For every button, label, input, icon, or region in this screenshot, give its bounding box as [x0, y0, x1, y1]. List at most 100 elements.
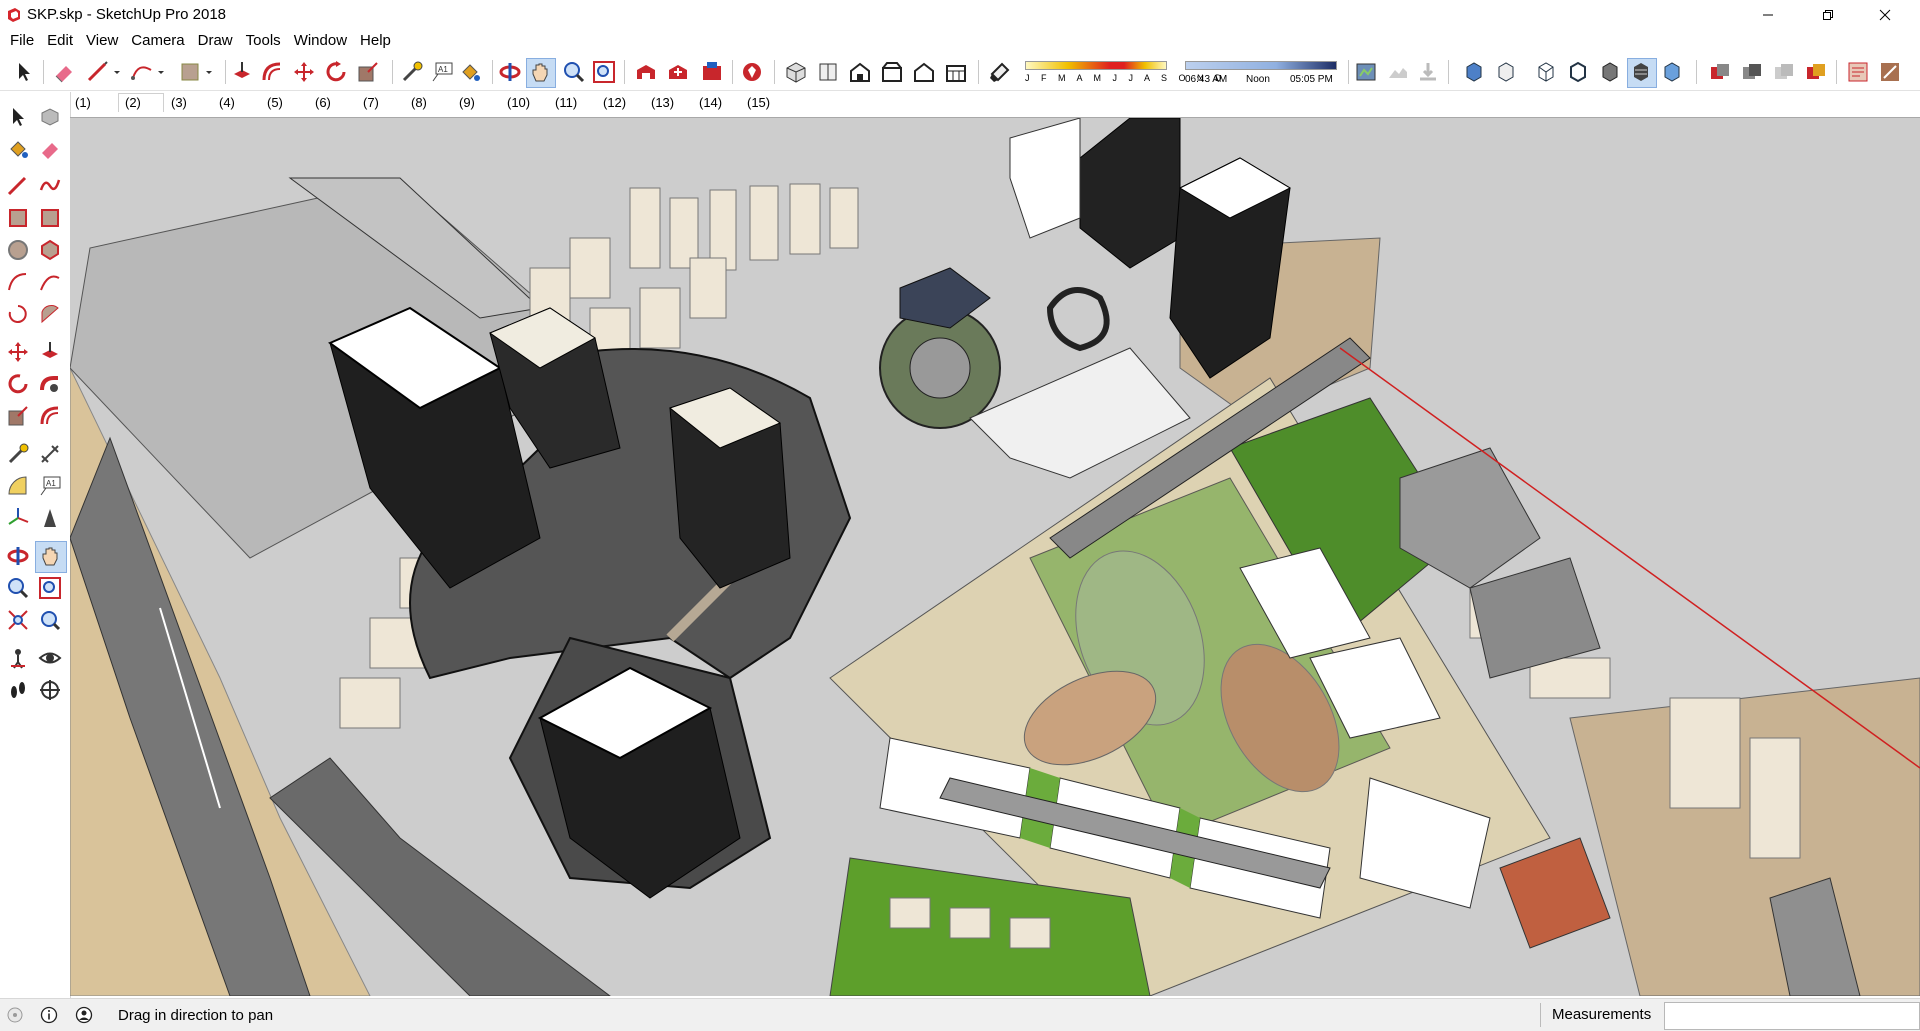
menu-edit[interactable]: Edit — [41, 30, 80, 52]
scene-tab-1[interactable]: (1) — [75, 94, 91, 112]
paint-bucket-icon[interactable] — [458, 60, 482, 84]
zoom-extents-icon[interactable] — [592, 60, 616, 84]
solid-trim-icon[interactable] — [1772, 60, 1796, 84]
orbit-icon[interactable] — [498, 60, 522, 84]
menu-camera[interactable]: Camera — [125, 30, 191, 52]
scene-tab-14[interactable]: (14) — [699, 94, 722, 112]
orbit-tool-icon[interactable] — [6, 544, 30, 568]
paint-tool-icon[interactable] — [6, 137, 30, 161]
scale-tool-icon[interactable] — [6, 404, 30, 428]
line-icon[interactable] — [86, 60, 110, 84]
eraser-icon[interactable] — [52, 60, 76, 84]
scene-tab-12[interactable]: (12) — [603, 94, 626, 112]
eraser-tool-icon[interactable] — [38, 137, 62, 161]
extension-warehouse-icon[interactable] — [700, 60, 724, 84]
shadows-toggle-icon[interactable] — [988, 60, 1012, 84]
look-around-icon[interactable] — [38, 646, 62, 670]
menu-help[interactable]: Help — [354, 30, 398, 52]
left-view-icon[interactable] — [944, 60, 968, 84]
style-shaded-textures-icon[interactable] — [1629, 60, 1653, 84]
menu-tools[interactable]: Tools — [240, 30, 288, 52]
credits-info-icon[interactable] — [40, 1006, 58, 1024]
protractor-tool-icon[interactable] — [6, 474, 30, 498]
menu-draw[interactable]: Draw — [192, 30, 240, 52]
menu-window[interactable]: Window — [288, 30, 354, 52]
scene-tab-11[interactable]: (11) — [555, 94, 577, 112]
solid-split-icon[interactable] — [1804, 60, 1828, 84]
line-dropdown-icon[interactable] — [112, 60, 122, 84]
extension-manager-icon[interactable] — [740, 60, 764, 84]
scene-tab-5[interactable]: (5) — [267, 94, 283, 112]
position-camera-icon[interactable] — [6, 646, 30, 670]
rotate-tool-icon[interactable] — [6, 372, 30, 396]
dimension-tool-icon[interactable] — [38, 442, 62, 466]
offset-tool-icon[interactable] — [38, 404, 62, 428]
scene-tab-3[interactable]: (3) — [171, 94, 187, 112]
arc-dropdown-icon[interactable] — [156, 60, 166, 84]
model-viewport[interactable] — [70, 117, 1920, 996]
tape-measure-tool-icon[interactable] — [6, 442, 30, 466]
iso-view-icon[interactable] — [784, 60, 808, 84]
style-monochrome-icon[interactable] — [1660, 60, 1684, 84]
zoom-icon[interactable] — [562, 60, 586, 84]
arc-tool-icon[interactable] — [6, 270, 30, 294]
select-tool-icon[interactable] — [6, 105, 30, 129]
move-icon[interactable] — [292, 60, 316, 84]
menu-file[interactable]: File — [4, 30, 41, 52]
style-back-edges-icon[interactable] — [1494, 60, 1518, 84]
close-button[interactable] — [1862, 0, 1908, 30]
style-shaded-icon[interactable] — [1598, 60, 1622, 84]
zoom-extents-tool-icon[interactable] — [6, 608, 30, 632]
time-slider[interactable] — [1185, 61, 1337, 70]
scene-tab-15[interactable]: (15) — [747, 94, 770, 112]
scene-tab-2[interactable]: (2) — [118, 93, 164, 112]
pie-tool-icon[interactable] — [38, 302, 62, 326]
make-component-icon[interactable] — [38, 105, 62, 129]
follow-me-icon[interactable] — [38, 372, 62, 396]
walk-tool-icon[interactable] — [6, 678, 30, 702]
toggle-terrain-icon[interactable] — [1386, 60, 1410, 84]
geo-location-icon[interactable] — [6, 1006, 24, 1024]
line-tool-icon[interactable] — [6, 174, 30, 198]
zoom-window-icon[interactable] — [38, 576, 62, 600]
previous-view-icon[interactable] — [38, 608, 62, 632]
two-point-arc-icon[interactable] — [38, 270, 62, 294]
arc-icon[interactable] — [130, 60, 154, 84]
layout-icon[interactable] — [1846, 60, 1870, 84]
front-view-icon[interactable] — [848, 60, 872, 84]
rectangle-tool-icon[interactable] — [6, 206, 30, 230]
push-pull-tool-icon[interactable] — [38, 340, 62, 364]
move-tool-icon[interactable] — [6, 340, 30, 364]
scene-tab-8[interactable]: (8) — [411, 94, 427, 112]
scene-tab-10[interactable]: (10) — [507, 94, 530, 112]
scene-tab-13[interactable]: (13) — [651, 94, 674, 112]
solid-subtract-icon[interactable] — [1740, 60, 1764, 84]
scene-tab-7[interactable]: (7) — [363, 94, 379, 112]
3d-text-tool-icon[interactable] — [38, 506, 62, 530]
photo-textures-icon[interactable] — [1416, 60, 1440, 84]
select-icon[interactable] — [12, 60, 36, 84]
axes-tool-icon[interactable] — [6, 506, 30, 530]
zoom-tool-icon[interactable] — [6, 576, 30, 600]
style-builder-icon[interactable] — [1878, 60, 1902, 84]
measurements-input[interactable] — [1664, 1002, 1920, 1030]
offset-icon[interactable] — [260, 60, 284, 84]
circle-tool-icon[interactable] — [6, 238, 30, 262]
pan-icon[interactable] — [528, 60, 552, 84]
polygon-tool-icon[interactable] — [38, 238, 62, 262]
scene-tab-4[interactable]: (4) — [219, 94, 235, 112]
shapes-dropdown-icon[interactable] — [204, 60, 214, 84]
menu-view[interactable]: View — [80, 30, 125, 52]
style-wireframe-icon[interactable] — [1534, 60, 1558, 84]
3d-model-scene[interactable] — [70, 118, 1920, 996]
month-slider[interactable] — [1025, 61, 1167, 70]
text-icon[interactable]: A1 — [430, 60, 454, 84]
user-account-icon[interactable] — [75, 1006, 93, 1024]
scene-tab-9[interactable]: (9) — [459, 94, 475, 112]
style-hidden-line-icon[interactable] — [1566, 60, 1590, 84]
scene-tab-6[interactable]: (6) — [315, 94, 331, 112]
warehouse-icon[interactable] — [634, 60, 658, 84]
rotated-rectangle-icon[interactable] — [38, 206, 62, 230]
three-point-arc-icon[interactable] — [6, 302, 30, 326]
scale-icon[interactable] — [356, 60, 380, 84]
